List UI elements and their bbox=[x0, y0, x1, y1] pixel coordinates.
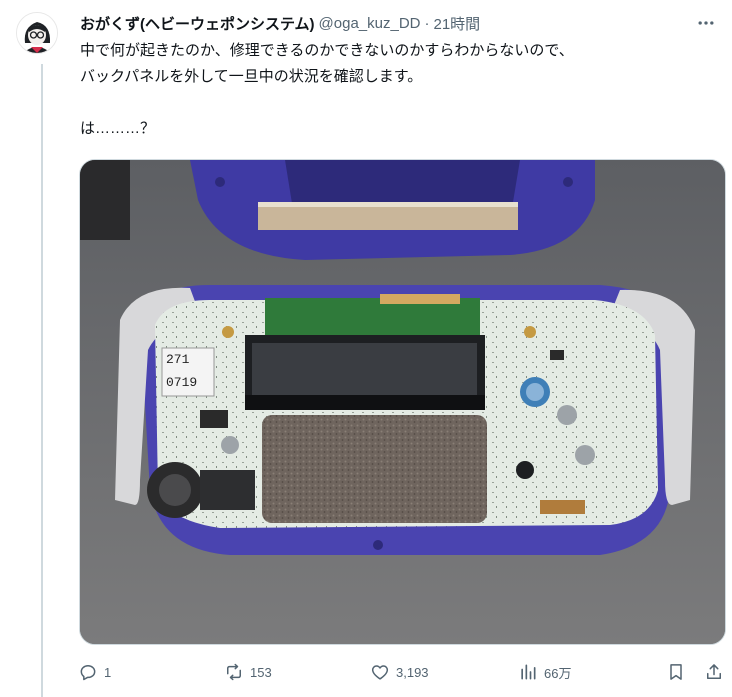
views-icon bbox=[518, 662, 538, 682]
share-icon bbox=[704, 662, 724, 682]
retweet-button[interactable]: 153 bbox=[224, 658, 272, 686]
reply-count: 1 bbox=[104, 664, 112, 680]
display-name[interactable]: おがくず(ヘビーウェポンシステム) bbox=[80, 13, 315, 34]
separator-dot: · bbox=[424, 14, 430, 32]
heart-icon bbox=[370, 662, 390, 682]
sticker-top-text: 271 bbox=[166, 352, 190, 367]
share-button[interactable] bbox=[704, 658, 724, 686]
reply-icon bbox=[78, 662, 98, 682]
retweet-count: 153 bbox=[250, 664, 272, 680]
retweet-icon bbox=[224, 662, 244, 682]
like-button[interactable]: 3,193 bbox=[370, 658, 429, 686]
views-count: 66万 bbox=[544, 665, 572, 681]
reply-button[interactable]: 1 bbox=[78, 658, 111, 686]
photo-console-pcb: 271 0719 bbox=[80, 160, 725, 644]
tweet-photo[interactable]: 271 0719 bbox=[79, 159, 726, 645]
tweet-header: おがくず(ヘビーウェポンシステム) @oga_kuz_DD · 21時間 bbox=[80, 11, 672, 35]
views-button[interactable]: 66万 bbox=[518, 658, 571, 686]
sticker-bottom-text: 0719 bbox=[166, 375, 197, 390]
tweet-text: 中で何が起きたのか、修理できるのかできないのかすらわからないので、 バックパネル… bbox=[80, 42, 574, 137]
user-handle[interactable]: @oga_kuz_DD bbox=[319, 15, 421, 32]
timestamp[interactable]: 21時間 bbox=[434, 13, 481, 34]
like-count: 3,193 bbox=[396, 664, 429, 680]
more-icon[interactable] bbox=[692, 10, 720, 36]
bookmark-button[interactable] bbox=[666, 658, 686, 686]
bookmark-icon bbox=[666, 662, 686, 682]
avatar[interactable] bbox=[16, 12, 58, 54]
action-bar: 1 153 3,193 66万 bbox=[78, 658, 726, 686]
thread-line bbox=[41, 64, 43, 697]
